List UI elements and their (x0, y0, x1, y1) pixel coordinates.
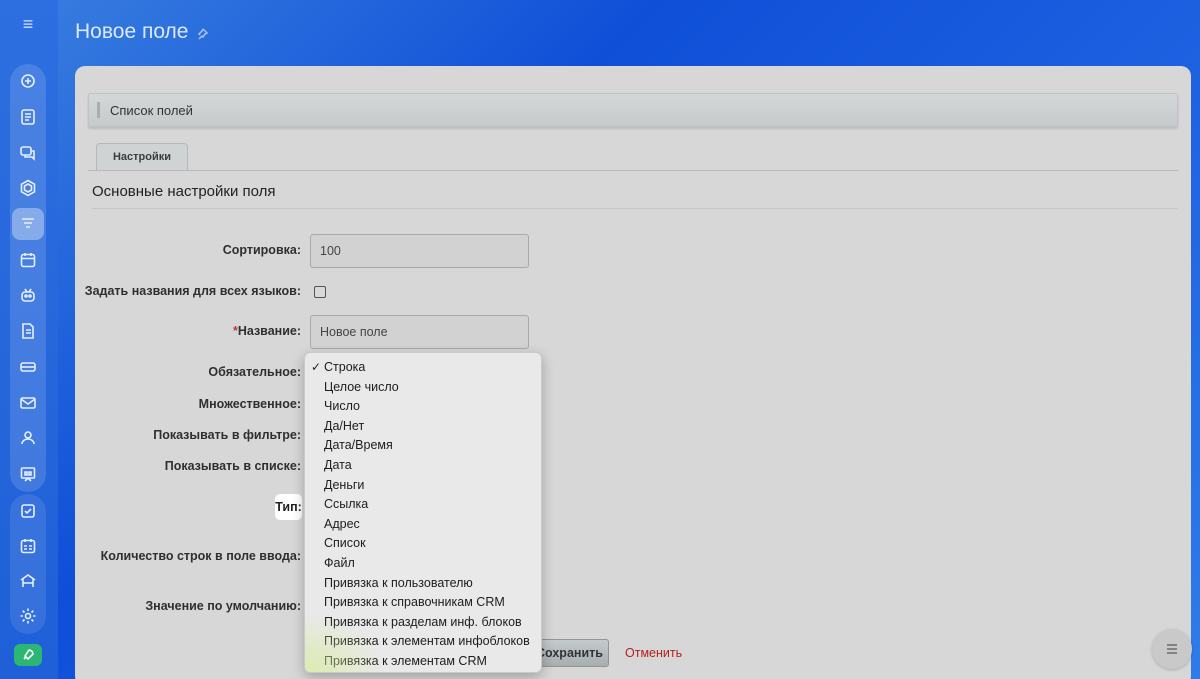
type-option[interactable]: Дата/Время (305, 436, 541, 456)
type-dropdown[interactable]: ✓ Строка Целое число Число Да/Нет Дата/Вр… (304, 352, 542, 673)
tasks-icon[interactable] (12, 101, 44, 133)
type-option[interactable]: Список (305, 534, 541, 554)
type-option[interactable]: Ссылка (305, 495, 541, 515)
type-option[interactable]: Число (305, 397, 541, 417)
type-option[interactable]: ✓ Строка (305, 358, 541, 378)
pin-icon[interactable] (195, 27, 209, 41)
checkbox-icon[interactable] (12, 495, 44, 527)
contacts-icon[interactable] (12, 422, 44, 454)
tab-settings[interactable]: Настройки (96, 143, 188, 171)
breadcrumb-bar: Список полей (88, 93, 1178, 127)
settings-icon[interactable] (12, 600, 44, 632)
section-title: Основные настройки поля (92, 183, 276, 200)
robot-icon[interactable] (12, 279, 44, 311)
type-option[interactable]: Привязка к элементам инфоблоков (305, 632, 541, 652)
name-label: *Название: (233, 324, 301, 338)
page-title: Новое поле (75, 20, 189, 43)
type-option[interactable]: Деньги (305, 476, 541, 496)
type-option[interactable]: Целое число (305, 378, 541, 398)
sort-input[interactable]: 100 (310, 234, 529, 268)
type-option[interactable]: Адрес (305, 515, 541, 535)
check-icon: ✓ (311, 360, 322, 374)
mail-icon[interactable] (12, 387, 44, 419)
filter-icon[interactable] (12, 208, 44, 240)
hexagon-icon[interactable] (12, 172, 44, 204)
save-button[interactable]: Сохранить (535, 639, 609, 667)
name-label-text: Название: (237, 324, 301, 338)
cancel-link[interactable]: Отменить (625, 646, 682, 660)
presentation-icon[interactable] (12, 458, 44, 490)
section-divider (92, 208, 1178, 209)
type-option[interactable]: Привязка к элементам CRM (305, 652, 541, 672)
type-option[interactable]: Дата (305, 456, 541, 476)
planner-icon[interactable] (12, 530, 44, 562)
type-option[interactable]: Файл (305, 554, 541, 574)
type-option[interactable]: Да/Нет (305, 417, 541, 437)
drive-icon[interactable] (12, 351, 44, 383)
type-option[interactable]: Привязка к пользователю (305, 574, 541, 594)
breadcrumb-link[interactable]: Список полей (110, 103, 193, 118)
rocket-icon[interactable] (14, 644, 42, 666)
document-icon[interactable] (12, 315, 44, 347)
store-icon[interactable] (12, 565, 44, 597)
type-option[interactable]: Привязка к справочникам CRM (305, 593, 541, 613)
left-sidebar: ≡ (0, 0, 58, 679)
feed-icon[interactable] (12, 65, 44, 97)
menu-icon[interactable]: ≡ (16, 14, 40, 34)
type-label: Тип: (275, 494, 302, 520)
name-input[interactable]: Новое поле (310, 315, 529, 349)
calendar-icon[interactable] (12, 244, 44, 276)
required-label: Обязательное: (208, 365, 301, 379)
main-panel: Список полей Настройки Основные настройк… (75, 66, 1192, 679)
all-languages-label: Задать названия для всех языков: (84, 284, 301, 298)
list-menu-icon[interactable] (1152, 629, 1192, 669)
default-value-label: Значение по умолчанию: (145, 599, 301, 613)
tab-divider (88, 170, 1178, 171)
show-in-list-label: Показывать в списке: (164, 459, 301, 473)
all-languages-checkbox[interactable] (314, 286, 326, 298)
type-option-label: Строка (324, 360, 366, 374)
type-option[interactable]: Привязка к разделам инф. блоков (305, 613, 541, 633)
show-in-filter-label: Показывать в фильтре: (153, 428, 301, 442)
input-rows-label: Количество строк в поле ввода: (100, 549, 301, 563)
chat-icon[interactable] (12, 137, 44, 169)
sort-label: Сортировка: (222, 243, 301, 257)
multiple-label: Множественное: (198, 397, 301, 411)
